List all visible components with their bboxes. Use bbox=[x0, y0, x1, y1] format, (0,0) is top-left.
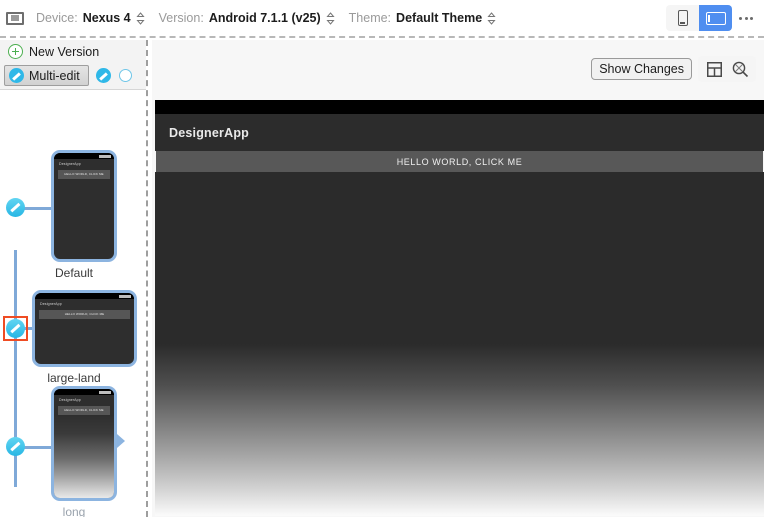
device-preview[interactable]: DesignerApp HELLO WORLD, CLICK ME bbox=[155, 100, 764, 517]
thumb-button: HELLO WORLD, CLICK ME bbox=[58, 170, 110, 179]
orientation-landscape-button[interactable] bbox=[699, 5, 732, 31]
device-thumbnail-long[interactable]: DesignerApp HELLO WORLD, CLICK ME bbox=[51, 386, 117, 501]
thumb-statusbar bbox=[54, 389, 114, 395]
tree-branch-line bbox=[24, 207, 52, 210]
pencil-circle-icon bbox=[9, 68, 24, 83]
preview-hello-button[interactable]: HELLO WORLD, CLICK ME bbox=[156, 151, 763, 172]
device-thumbnail-default[interactable]: DesignerApp HELLO WORLD, CLICK ME bbox=[51, 150, 117, 262]
top-toolbar: Device: Nexus 4 Version: Android 7.1.1 (… bbox=[0, 0, 764, 38]
thumb-app-title: DesignerApp bbox=[54, 159, 114, 169]
thumb-button: HELLO WORLD, CLICK ME bbox=[58, 406, 110, 415]
edit-pencil-icon[interactable] bbox=[95, 68, 111, 83]
thumb-button: HELLO WORLD, CLICK ME bbox=[39, 310, 130, 319]
version-selector[interactable]: Version: Android 7.1.1 (v25) bbox=[159, 11, 335, 25]
versions-sidebar: New Version Multi-edit DesignerApp HELLO… bbox=[0, 40, 148, 517]
device-selector[interactable]: Device: Nexus 4 bbox=[36, 11, 145, 25]
split-layout-icon[interactable] bbox=[701, 56, 727, 82]
orientation-portrait-button[interactable] bbox=[666, 5, 699, 31]
version-node-edit-icon-selected[interactable] bbox=[6, 319, 25, 338]
toolbar-right-group bbox=[666, 5, 756, 31]
new-version-button[interactable]: New Version bbox=[8, 44, 99, 59]
preview-panel: Show Changes DesignerApp HELLO WORLD, CL… bbox=[152, 40, 764, 517]
ellipsis-icon[interactable] bbox=[736, 6, 756, 30]
preview-icon-group bbox=[698, 56, 756, 82]
theme-selector[interactable]: Theme: Default Theme bbox=[349, 11, 497, 25]
orientation-toggle-group bbox=[666, 5, 732, 31]
thumb-statusbar bbox=[54, 153, 114, 159]
theme-value: Default Theme bbox=[396, 11, 483, 25]
device-label-large-land: large-land bbox=[47, 371, 101, 385]
thumb-canvas bbox=[54, 179, 114, 259]
toolbar-left-group: Device: Nexus 4 Version: Android 7.1.1 (… bbox=[6, 11, 666, 25]
theme-chevron-updown-icon[interactable] bbox=[487, 11, 496, 25]
zoom-magnifier-icon[interactable] bbox=[727, 56, 753, 82]
device-label-default: Default bbox=[54, 266, 94, 280]
sidebar-header: New Version Multi-edit bbox=[0, 40, 146, 90]
version-tree: DesignerApp HELLO WORLD, CLICK ME Defaul… bbox=[0, 90, 146, 517]
show-changes-button[interactable]: Show Changes bbox=[591, 58, 692, 80]
preview-toolbar: Show Changes bbox=[591, 56, 756, 82]
device-label: Device: bbox=[36, 11, 78, 25]
theme-label: Theme: bbox=[348, 11, 392, 25]
device-value: Nexus 4 bbox=[82, 11, 131, 25]
device-label-long: long bbox=[62, 505, 86, 517]
phone-landscape-icon bbox=[705, 11, 726, 25]
thumb-statusbar bbox=[35, 293, 134, 299]
phone-portrait-icon bbox=[677, 10, 688, 26]
version-label: Version: bbox=[158, 11, 204, 25]
device-selection-arrow-icon bbox=[117, 434, 125, 448]
multi-edit-label: Multi-edit bbox=[29, 68, 80, 83]
version-node-edit-icon[interactable] bbox=[6, 437, 25, 456]
preview-app-title: DesignerApp bbox=[169, 125, 249, 140]
designer-window: Device: Nexus 4 Version: Android 7.1.1 (… bbox=[0, 0, 764, 517]
version-chevron-updown-icon[interactable] bbox=[326, 11, 335, 25]
preview-canvas bbox=[155, 172, 764, 516]
version-node-edit-icon[interactable] bbox=[6, 198, 25, 217]
multi-edit-row: Multi-edit bbox=[4, 65, 132, 86]
new-version-label: New Version bbox=[29, 44, 100, 59]
device-chevron-updown-icon[interactable] bbox=[136, 11, 145, 25]
multi-edit-button[interactable]: Multi-edit bbox=[4, 65, 89, 86]
preview-statusbar bbox=[155, 100, 764, 114]
device-screen-icon bbox=[6, 11, 24, 25]
tree-branch-line bbox=[24, 446, 52, 449]
thumb-canvas bbox=[35, 319, 134, 364]
thumb-app-title: DesignerApp bbox=[35, 299, 134, 309]
thumb-app-title: DesignerApp bbox=[54, 395, 114, 405]
device-thumbnail-large-land[interactable]: DesignerApp HELLO WORLD, CLICK ME bbox=[32, 290, 137, 367]
preview-appbar: DesignerApp bbox=[155, 114, 764, 151]
plus-circle-icon bbox=[8, 44, 23, 59]
thumb-canvas bbox=[54, 414, 114, 498]
circle-outline-icon[interactable] bbox=[118, 69, 132, 82]
version-value: Android 7.1.1 (v25) bbox=[208, 11, 321, 25]
